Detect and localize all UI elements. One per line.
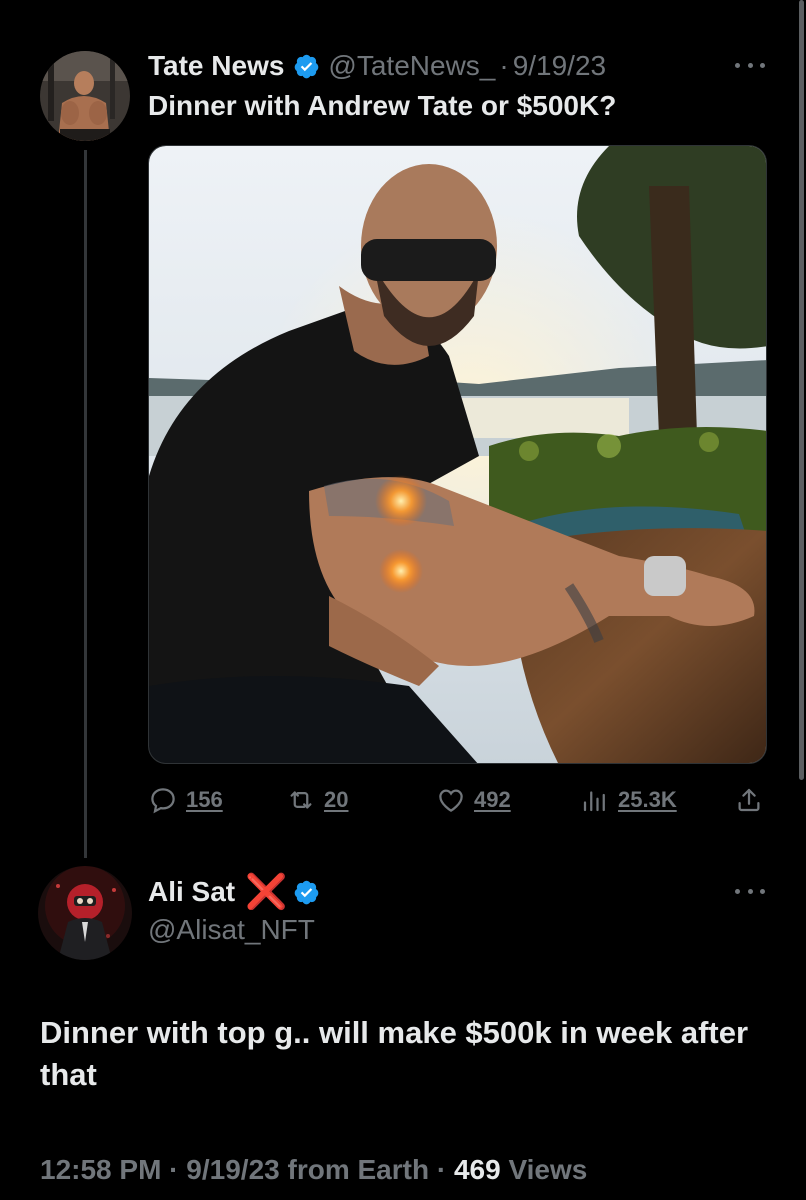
verified-badge-icon — [295, 54, 319, 78]
tweet-date[interactable]: 9/19/23 — [513, 50, 606, 82]
more-icon[interactable] — [735, 886, 765, 896]
tweet-source: from Earth — [279, 1154, 430, 1185]
share-icon — [738, 788, 760, 812]
views-button[interactable]: 25.3K — [580, 780, 677, 820]
repost-count: 20 — [324, 787, 349, 812]
separator-dot: · — [499, 50, 509, 81]
tweet2-text: Dinner with top g.. will make $500k in w… — [40, 1015, 749, 1092]
like-button[interactable]: 492 — [436, 780, 511, 820]
repost-button[interactable]: 20 — [286, 780, 348, 820]
views-label: Views — [500, 1154, 588, 1185]
repost-icon — [290, 791, 312, 809]
reply-count: 156 — [186, 787, 223, 812]
tate-news-avatar[interactable] — [40, 51, 130, 141]
tweet-time[interactable]: 12:58 PM — [40, 1154, 161, 1185]
share-button[interactable] — [734, 780, 764, 820]
author-name[interactable]: Ali Sat — [148, 876, 235, 908]
tweet-date[interactable]: 9/19/23 — [186, 1154, 279, 1185]
like-count: 492 — [474, 787, 511, 812]
views-icon — [583, 791, 605, 812]
red-x-emoji: ❌ — [245, 873, 288, 911]
author-name[interactable]: Tate News — [148, 50, 284, 82]
separator-dot: · — [429, 1154, 454, 1185]
scrollbar[interactable] — [799, 0, 804, 780]
tweet-photo[interactable] — [148, 145, 767, 764]
views-count[interactable]: 469 — [454, 1154, 501, 1185]
author-handle[interactable]: @Alisat_NFT — [148, 914, 315, 946]
tweet1-header: Tate News @TateNews_ · 9/19/23 — [148, 46, 606, 86]
tweet1-text: Dinner with Andrew Tate or $500K? — [148, 90, 617, 121]
tweet1-action-bar: 156 20 492 25.3K — [148, 780, 767, 820]
views-count: 25.3K — [618, 787, 677, 812]
author-handle[interactable]: @TateNews_ — [328, 50, 495, 82]
ali-sat-avatar[interactable] — [38, 866, 132, 960]
verified-badge-icon — [295, 880, 319, 904]
thread-connector-line — [84, 150, 87, 858]
tweet2-metadata: 12:58 PM · 9/19/23 from Earth · 469 View… — [40, 1154, 587, 1186]
more-icon[interactable] — [735, 60, 765, 70]
reply-icon — [151, 788, 175, 814]
reply-button[interactable]: 156 — [148, 780, 223, 820]
separator-dot: · — [161, 1154, 187, 1185]
like-icon — [439, 789, 463, 812]
tweet2-header: Ali Sat ❌ — [148, 872, 320, 912]
